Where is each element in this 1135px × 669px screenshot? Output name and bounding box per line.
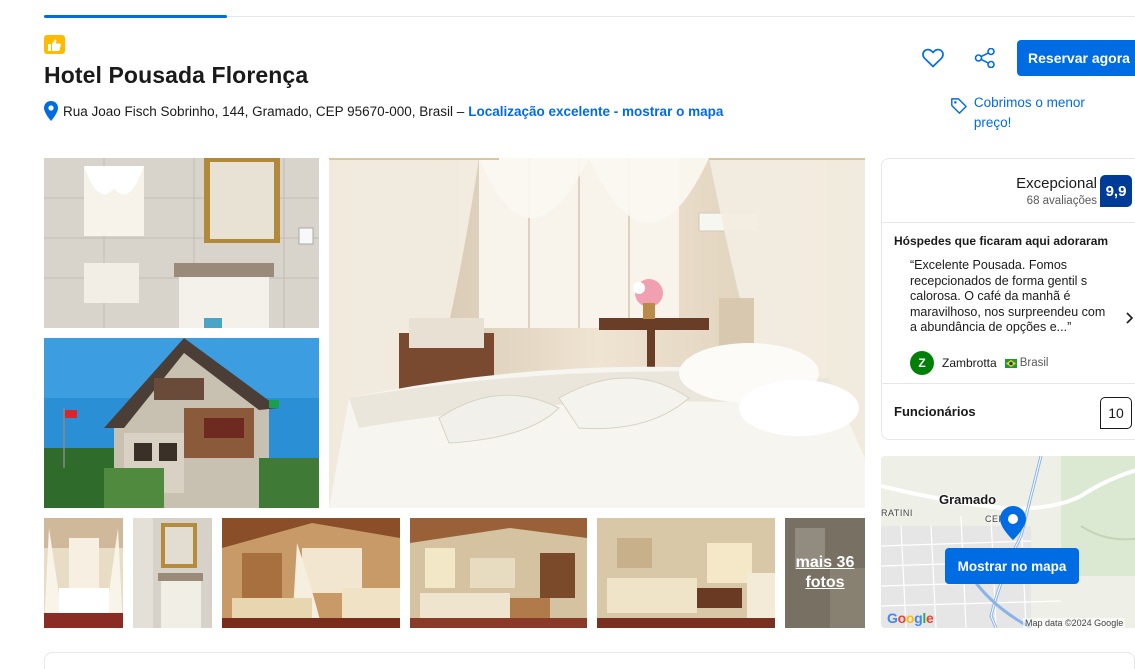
hotel-title: Hotel Pousada Florença bbox=[44, 62, 309, 88]
more-photos-overlay[interactable]: mais 36 fotos bbox=[785, 518, 865, 628]
map-background bbox=[881, 456, 1135, 628]
score-badge: 9,9 bbox=[1100, 175, 1132, 207]
address-row: Rua Joao Fisch Sobrinho, 144, Gramado, C… bbox=[44, 100, 723, 122]
show-on-map-button[interactable]: Mostrar no mapa bbox=[945, 548, 1079, 584]
hotel-address: Rua Joao Fisch Sobrinho, 144, Gramado, C… bbox=[63, 103, 465, 119]
photo-thumb-more[interactable]: mais 36 fotos bbox=[785, 518, 865, 628]
show-map-link[interactable]: Localização excelente - mostrar o mapa bbox=[468, 104, 723, 119]
map-attribution: Map data ©2024 Google bbox=[1023, 618, 1126, 628]
price-match-link[interactable]: Cobrimos o menor preço! bbox=[974, 93, 1110, 133]
photo-hotel-exterior[interactable] bbox=[44, 338, 319, 508]
bottom-section-card bbox=[44, 652, 1135, 669]
brazil-flag-icon bbox=[1004, 358, 1017, 368]
guests-loved-heading: Hóspedes que ficaram aqui adoraram bbox=[894, 234, 1109, 248]
photo-canopy-bedroom[interactable] bbox=[329, 158, 865, 508]
active-tab-indicator bbox=[44, 15, 227, 18]
map-preview[interactable]: RATINI Gramado CENTRO Mostrar no mapa Go… bbox=[881, 456, 1135, 628]
photo-thumb-suite[interactable] bbox=[222, 518, 400, 628]
staff-score: 10 bbox=[1100, 397, 1132, 429]
map-label-city: Gramado bbox=[939, 492, 997, 507]
chevron-right-icon[interactable] bbox=[1123, 311, 1135, 325]
reserve-now-button[interactable]: Reservar agora bbox=[1017, 40, 1135, 76]
map-label-ratini: RATINI bbox=[881, 508, 913, 518]
share-icon[interactable] bbox=[970, 43, 1000, 73]
photo-bathroom[interactable] bbox=[44, 158, 319, 328]
rating-word: Excepcional bbox=[1016, 175, 1097, 192]
photo-thumb-bathroom-mirror[interactable] bbox=[133, 518, 212, 628]
rating-count: 68 avaliações bbox=[1026, 195, 1097, 207]
photo-thumb-canopy-bed[interactable] bbox=[44, 518, 123, 628]
avatar: Z bbox=[910, 351, 934, 375]
photo-thumb-lounge[interactable] bbox=[597, 518, 775, 628]
heart-icon[interactable] bbox=[918, 43, 948, 73]
review-quote: “Excelente Pousada. Fomos recepcionados … bbox=[910, 258, 1106, 335]
google-logo: Google bbox=[887, 610, 934, 626]
card-divider bbox=[882, 383, 1135, 384]
review-summary-card[interactable]: Excepcional 68 avaliações 9,9 Hóspedes q… bbox=[881, 158, 1135, 440]
map-pin-icon bbox=[1000, 506, 1026, 540]
card-divider bbox=[882, 222, 1135, 223]
price-match[interactable]: Cobrimos o menor preço! bbox=[950, 93, 1110, 133]
photo-thumb-living-room[interactable] bbox=[410, 518, 587, 628]
price-tag-icon bbox=[951, 98, 967, 114]
more-photos-count: mais 36 bbox=[795, 554, 855, 571]
more-photos-label: fotos bbox=[805, 574, 845, 591]
reviewer: Z Zambrotta Brasil bbox=[910, 351, 1048, 375]
location-pin-icon bbox=[44, 101, 58, 121]
staff-label: Funcionários bbox=[894, 404, 976, 419]
reviewer-country: Brasil bbox=[1019, 357, 1049, 369]
reviewer-name: Zambrotta bbox=[942, 356, 997, 370]
thumbs-up-icon bbox=[44, 35, 65, 54]
